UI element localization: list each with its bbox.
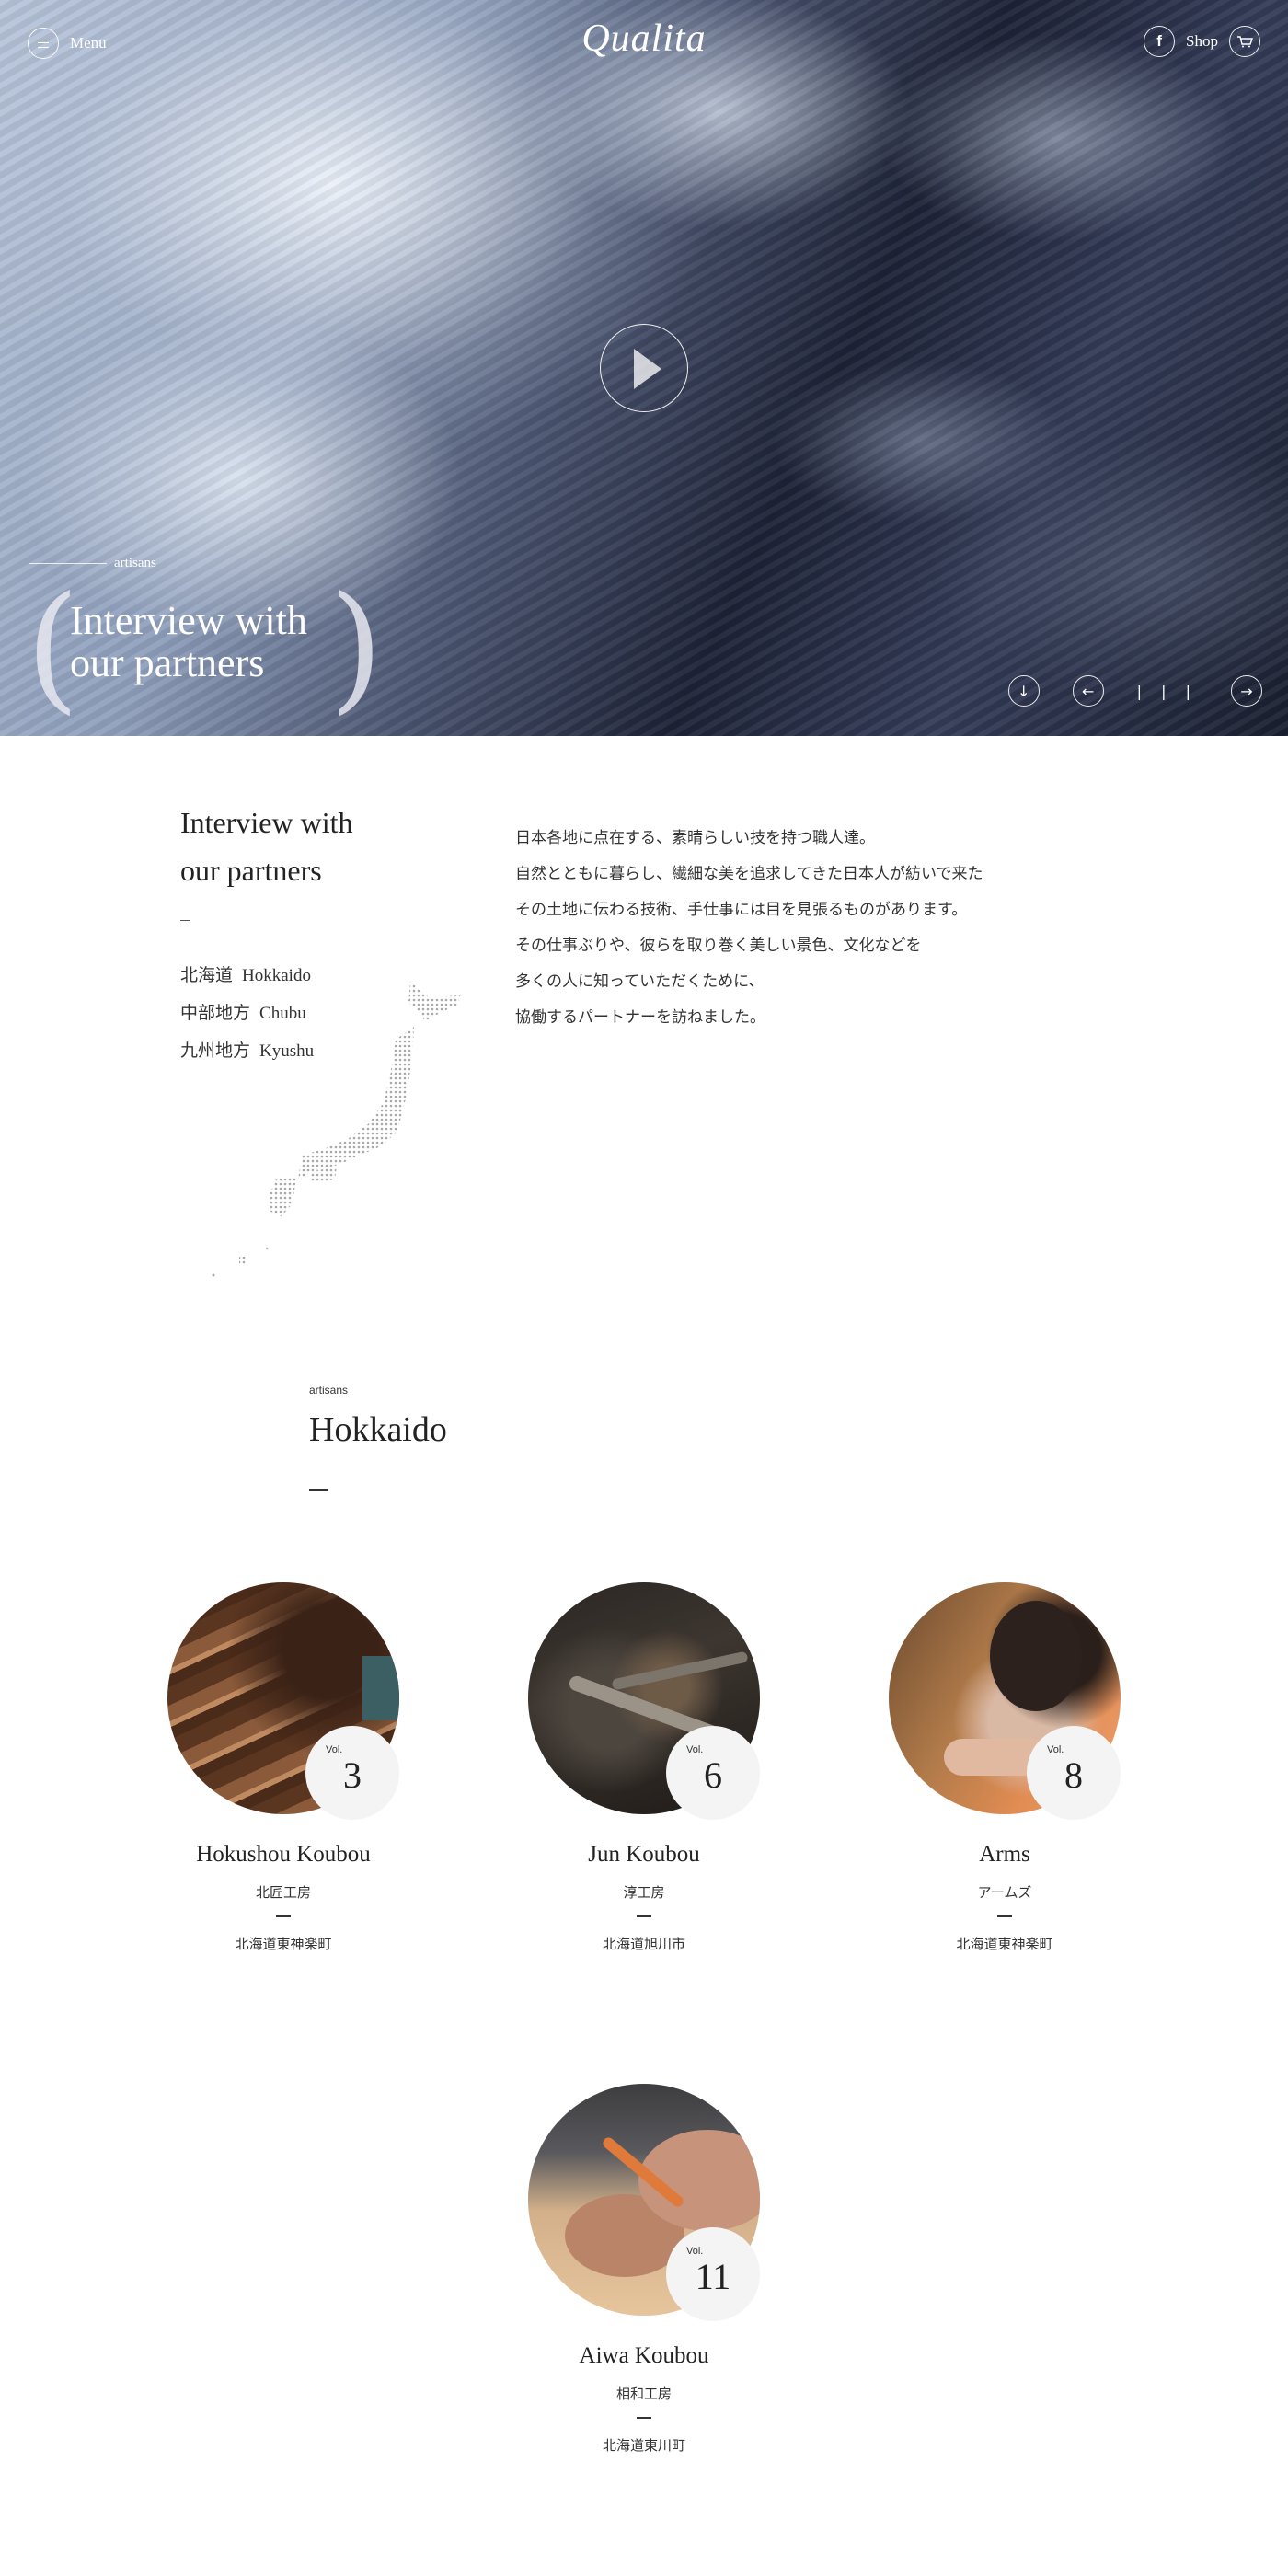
scroll-down-icon[interactable]: ↓ <box>1007 675 1040 707</box>
section-divider <box>309 1489 328 1491</box>
artisan-location: 北海道旭川市 <box>602 1936 685 1952</box>
card-divider <box>276 1915 291 1917</box>
slide-pager[interactable]: | | | <box>1137 683 1198 700</box>
intro-title-line1: Interview with <box>180 806 353 839</box>
hero-title: Interview with our partners <box>70 600 307 684</box>
card-divider <box>997 1915 1012 1917</box>
next-arrow-icon[interactable]: → <box>1231 675 1262 707</box>
artisan-name: Arms <box>979 1842 1030 1867</box>
prev-arrow-icon[interactable]: ← <box>1072 675 1104 707</box>
section-title: Hokkaido <box>309 1410 447 1449</box>
vol-badge: Vol. 3 <box>305 1726 399 1820</box>
intro-paragraph: 自然とともに暮らし、繊細な美を追求してきた日本人が紡いで来た <box>515 865 983 883</box>
intro-description: 日本各地に点在する、素晴らしい技を持つ職人達。 自然とともに暮らし、繊細な美を追… <box>515 821 1104 1036</box>
hero-controls: ↓ ← | | | → <box>1007 675 1262 707</box>
vol-badge: Vol. 6 <box>666 1726 760 1820</box>
vol-number: 6 <box>704 1754 722 1796</box>
hero-section: Menu Qualita f Shop artisans ( Interview… <box>0 0 1288 736</box>
header-right-nav: f Shop <box>1144 26 1260 57</box>
japan-dot-map <box>212 981 460 1277</box>
artisan-name: Jun Koubou <box>588 1842 700 1867</box>
hero-tag-label: artisans <box>114 556 156 570</box>
facebook-icon[interactable]: f <box>1144 26 1176 57</box>
card-divider <box>637 1915 651 1917</box>
intro-paragraph: 協働するパートナーを訪ねました。 <box>515 1008 765 1027</box>
intro-paragraph: 多くの人に知っていただくために、 <box>515 972 765 991</box>
right-paren-decoration: ) <box>329 568 384 728</box>
intro-title-line2: our partners <box>180 854 322 887</box>
artisan-name: Aiwa Koubou <box>579 2343 709 2368</box>
menu-button[interactable]: Menu <box>28 28 107 59</box>
vol-number: 3 <box>343 1754 362 1796</box>
artisan-name-jp: 北匠工房 <box>255 1884 311 1901</box>
intro-paragraph: 日本各地に点在する、素晴らしい技を持つ職人達。 <box>515 829 875 847</box>
section-tag: artisans <box>309 1384 349 1397</box>
vol-number: 11 <box>695 2256 731 2297</box>
vol-badge: Vol. 8 <box>1027 1726 1121 1820</box>
artisan-location: 北海道東神楽町 <box>235 1936 332 1952</box>
site-logo[interactable]: Qualita <box>581 17 706 61</box>
artisan-name-jp: アームズ <box>977 1884 1032 1901</box>
menu-icon <box>28 28 59 59</box>
cart-icon[interactable] <box>1229 26 1260 57</box>
hero-title-block: ( Interview with our partners ) <box>26 579 385 718</box>
artisan-name: Hokushou Koubou <box>196 1842 371 1867</box>
hero-title-line2: our partners <box>70 640 265 685</box>
play-icon <box>634 349 661 389</box>
artisan-name-jp: 淳工房 <box>623 1884 665 1901</box>
intro-paragraph: その仕事ぶりや、彼らを取り巻く美しい景色、文化などを <box>515 937 922 955</box>
top-bar: Menu Qualita f Shop <box>0 0 1288 83</box>
menu-label: Menu <box>70 34 107 52</box>
intro-paragraph: その土地に伝わる技術、手仕事には目を見張るものがあります。 <box>515 901 968 919</box>
card-divider <box>637 2417 651 2419</box>
vol-number: 8 <box>1064 1754 1083 1796</box>
hero-title-line1: Interview with <box>70 598 307 643</box>
vol-badge: Vol. 11 <box>666 2227 760 2321</box>
artisan-location: 北海道東神楽町 <box>956 1936 1053 1952</box>
shop-link[interactable]: Shop <box>1186 32 1218 51</box>
play-video-button[interactable] <box>600 324 688 412</box>
intro-divider <box>180 920 190 921</box>
artisan-location: 北海道東川町 <box>602 2437 685 2454</box>
artisan-name-jp: 相和工房 <box>615 2386 672 2402</box>
intro-title: Interview with our partners <box>180 799 353 894</box>
